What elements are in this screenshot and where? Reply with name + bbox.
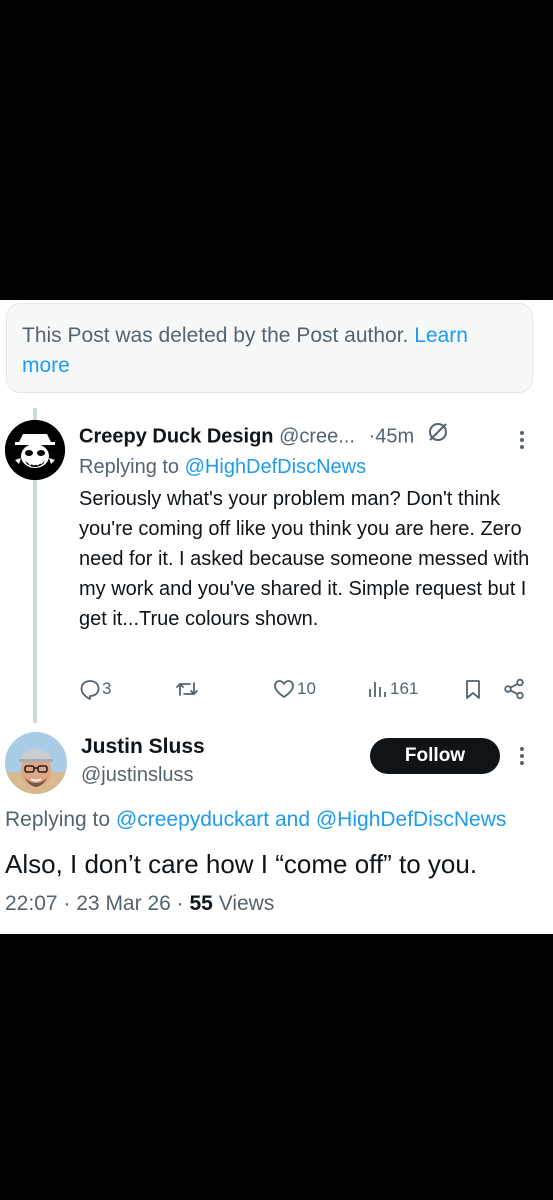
replying-to: Replying to @HighDefDiscNews bbox=[79, 452, 366, 482]
tweet-date[interactable]: 23 Mar 26 bbox=[76, 892, 171, 915]
like-icon bbox=[273, 678, 295, 700]
author-handle[interactable]: @justinsluss bbox=[81, 761, 194, 789]
tweet-text: Seriously what's your problem man? Don't… bbox=[79, 488, 530, 630]
avatar[interactable] bbox=[5, 420, 65, 480]
share-button[interactable] bbox=[503, 672, 525, 706]
retweet-icon bbox=[175, 678, 199, 700]
tweet-text: Also, I don’t care how I “come off” to y… bbox=[5, 849, 478, 879]
views-count: 161 bbox=[390, 679, 419, 698]
post-card: This Post was deleted by the Post author… bbox=[0, 300, 553, 934]
bookmark-icon bbox=[463, 678, 483, 700]
replying-and: and bbox=[274, 808, 311, 831]
author-handle[interactable]: @cree... bbox=[279, 425, 355, 447]
views-label: Views bbox=[218, 892, 275, 915]
more-icon[interactable] bbox=[512, 428, 532, 452]
replying-to-link[interactable]: @HighDefDiscNews bbox=[185, 456, 366, 478]
like-count: 10 bbox=[297, 679, 316, 698]
like-button[interactable]: 10 bbox=[273, 672, 316, 706]
follow-button[interactable]: Follow bbox=[370, 738, 500, 774]
replying-to-link[interactable]: @creepyduckart bbox=[116, 808, 269, 831]
tweet-time[interactable]: 22:07 bbox=[5, 892, 58, 915]
author-name[interactable]: Justin Sluss bbox=[81, 733, 205, 761]
dot-separator: · bbox=[63, 892, 71, 915]
author-name[interactable]: Creepy Duck Design bbox=[79, 425, 274, 447]
deleted-post-notice: This Post was deleted by the Post author… bbox=[6, 303, 533, 393]
replying-prefix: Replying to bbox=[5, 808, 111, 831]
reply-icon bbox=[79, 678, 101, 700]
retweet-button[interactable] bbox=[175, 672, 199, 706]
dot-separator: · bbox=[176, 892, 184, 915]
replying-prefix: Replying to bbox=[79, 456, 180, 478]
reply-tweet-header: Creepy Duck Design @cree... ·45m bbox=[79, 420, 499, 452]
verified-slash-icon bbox=[426, 420, 450, 454]
user-photo-icon bbox=[5, 732, 67, 794]
bookmark-button[interactable] bbox=[463, 672, 483, 706]
replying-to-link[interactable]: @HighDefDiscNews bbox=[316, 808, 507, 831]
share-icon bbox=[503, 678, 525, 700]
creepy-duck-logo-icon bbox=[5, 420, 65, 480]
reply-count: 3 bbox=[102, 679, 112, 698]
views-button[interactable]: 161 bbox=[367, 672, 418, 706]
replying-to: Replying to @creepyduckart and @HighDefD… bbox=[5, 804, 506, 836]
more-icon[interactable] bbox=[512, 744, 532, 768]
reply-button[interactable]: 3 bbox=[79, 672, 111, 706]
views-icon bbox=[367, 678, 387, 700]
avatar[interactable] bbox=[5, 732, 67, 794]
tweet-actions: 3 10 161 bbox=[79, 672, 539, 706]
deleted-notice-text: This Post was deleted by the Post author… bbox=[22, 324, 409, 347]
views-count: 55 bbox=[189, 892, 213, 915]
tweet-meta: 22:07 · 23 Mar 26 · 55 Views bbox=[5, 888, 274, 920]
tweet-time[interactable]: 45m bbox=[375, 425, 414, 447]
